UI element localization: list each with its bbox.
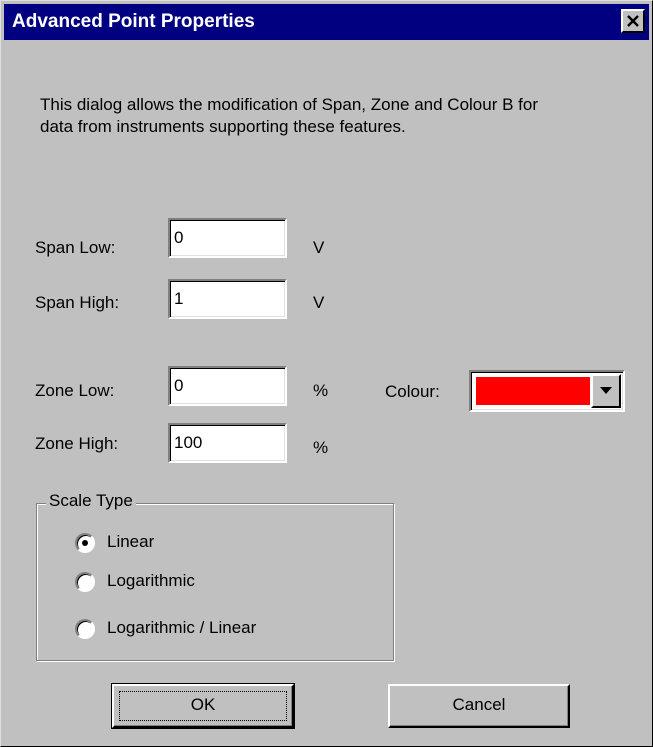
radio-button[interactable] [75,533,95,553]
colour-swatch [476,377,590,405]
dialog-description: This dialog allows the modification of S… [40,95,538,136]
span-low-unit: V [313,238,325,257]
zone-low-field[interactable] [168,366,287,406]
zone-high-unit: % [313,438,329,457]
zone-high-field[interactable] [168,423,287,463]
zone-high-label: Zone High: [35,434,119,453]
radio-button[interactable] [75,619,95,639]
span-high-field[interactable] [168,279,287,319]
colour-dropdown[interactable] [469,370,625,412]
ok-button[interactable]: OK [111,683,295,729]
chevron-down-icon [600,387,612,394]
close-button[interactable] [621,9,645,33]
radio-label: Linear [107,532,155,551]
colour-dropdown-button[interactable] [591,374,621,408]
zone-low-label: Zone Low: [35,381,115,400]
dialog-title: Advanced Point Properties [12,11,255,32]
title-bar[interactable]: Advanced Point Properties [4,4,649,40]
ok-button-label: OK [190,695,216,714]
zone-low-unit: % [313,381,329,400]
colour-label: Colour: [385,382,440,401]
cancel-button-label: Cancel [452,695,506,714]
radio-selected-dot [82,540,88,546]
span-high-label: Span High: [35,293,120,312]
cancel-button[interactable]: Cancel [388,684,570,728]
radio-button[interactable] [75,572,95,592]
scale-type-title: Scale Type [46,491,136,511]
span-low-field[interactable] [168,218,287,258]
close-icon [627,15,639,27]
radio-label: Logarithmic / Linear [107,618,257,637]
span-low-label: Span Low: [35,238,116,257]
radio-label: Logarithmic [107,571,195,590]
span-high-unit: V [313,293,325,312]
advanced-point-properties-dialog: Advanced Point Properties This dialog al… [0,0,653,747]
